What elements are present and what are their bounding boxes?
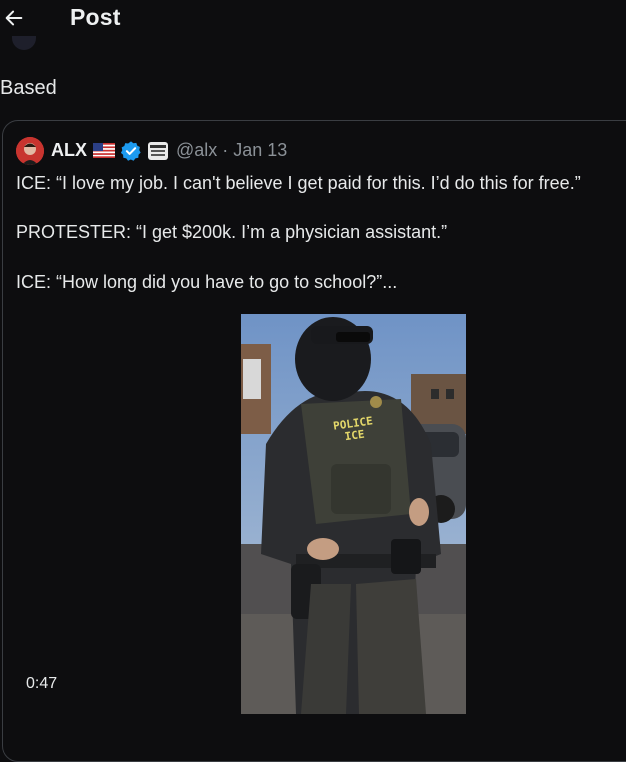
quoted-text-line: ICE: “I love my job. I can't believe I g… [16,173,581,193]
verified-badge-icon [120,141,141,161]
top-bar: Post [0,0,626,40]
video-frame [241,314,466,714]
arrow-left-icon [5,10,23,26]
back-button[interactable] [2,6,26,30]
video-duration: 0:47 [26,675,58,692]
quoted-text-line: PROTESTER: “I get $200k. I’m a physician… [16,222,448,242]
avatar[interactable] [12,36,36,50]
quoted-text-line: ICE: “How long did you have to go to sch… [16,272,398,292]
post-text: Based [0,77,57,99]
video-player[interactable]: POLICE ICE [241,314,466,714]
us-flag-icon [93,143,115,158]
affiliate-badge-icon [148,142,168,160]
quoted-author-avatar[interactable] [16,137,44,165]
page-title: Post [70,4,121,30]
quoted-author-name[interactable]: ALX [51,140,87,161]
quoted-handle-date[interactable]: @alx · Jan 13 [176,140,287,161]
